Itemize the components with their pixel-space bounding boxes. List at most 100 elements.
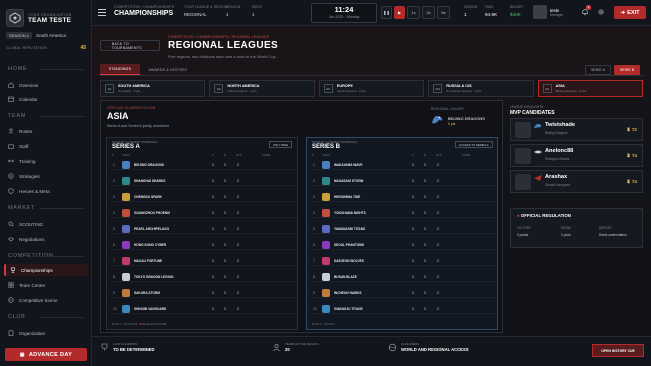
tab-serie-a[interactable]: SERIE A [585, 65, 611, 75]
menu-icon[interactable] [98, 9, 106, 16]
nav-overview[interactable]: Overview [4, 79, 88, 91]
table-row[interactable]: 8 TOKYO DRAGON LEGION 0 0 0 [110, 272, 296, 282]
gear-icon[interactable] [596, 7, 606, 17]
player-photo [515, 148, 531, 164]
table-row[interactable]: 3 HIROSHIMA TIDE 0 0 0 [310, 192, 496, 202]
team-crest-icon [122, 161, 130, 169]
mvp-candidate-card[interactable]: Twistshade Beijing Dragons ♜ 72 [510, 118, 643, 141]
table-row[interactable]: 9 SAKURA STORM 0 0 0 [110, 288, 296, 298]
mvp-candidate-card[interactable]: Anelonc88 Shanghai Sharks ♜ 74 [510, 144, 643, 167]
last-champion-cell: LAST CHAMPION TO BE DETERMINED [100, 342, 155, 352]
user-profile[interactable]: teste Manager [533, 5, 563, 19]
col-losses: D [224, 153, 227, 157]
nav-training[interactable]: Training [4, 155, 88, 167]
table-row[interactable]: 4 GUANGZHOU PHOENIX 0 0 0 [110, 208, 296, 218]
nav-calendar[interactable]: Calendar [4, 93, 88, 105]
league-card-europe[interactable]: EU EUROPE Nordic Ravens · 0 pts [318, 80, 425, 97]
section-divider [40, 256, 84, 257]
table-row[interactable]: 10 SHINOBI VANGUARD 0 0 0 [110, 304, 296, 314]
league-card-north-america[interactable]: NA NORTH AMERICA Liberty Esports · 0 pts [209, 80, 315, 97]
dumbbell-icon [8, 158, 14, 164]
candidate-score: ♜ 74 [626, 179, 637, 185]
advance-day-button[interactable]: ▣ ADVANCE DAY [5, 348, 87, 361]
clock-date: Jan 2025 · Monday [328, 15, 360, 19]
series-b-table: DIVISION / CURRENT STANDINGS SERIES B AC… [306, 137, 498, 330]
tab-serie-b[interactable]: SERIE B [614, 65, 640, 75]
col-points: PTS [236, 153, 242, 157]
table-row[interactable]: 6 HONG KONG CYBER 0 0 0 [110, 240, 296, 250]
nav-scouting[interactable]: SCOUTING [4, 218, 88, 230]
table-row[interactable]: 1 WAKAYAMA WAVE 0 0 0 [310, 160, 496, 170]
tab-awards-history[interactable]: AWARDS & HISTORY [142, 64, 194, 75]
team-points: 0 [437, 163, 439, 167]
table-row[interactable]: 1 BEIJING DRAGONS 0 0 0 [110, 160, 296, 170]
org-header[interactable]: YOUR ORGANIZATION TEAM TESTE [6, 6, 86, 30]
table-row[interactable]: 10 GWANGJU TITANS 0 0 0 [310, 304, 496, 314]
table-row[interactable]: 6 SEOUL PHANTOMS 0 0 0 [310, 240, 496, 250]
team-crest-icon [322, 177, 330, 185]
league-card-asia[interactable]: AS ASIA Beijing Dragons · 0 pts [537, 80, 644, 97]
table-row[interactable]: 2 NAGASAKI STORM 0 0 0 [310, 176, 496, 186]
nav-strategies[interactable]: Strategies [4, 170, 88, 182]
nav-heroes-meta[interactable]: Heroes & Meta [4, 185, 88, 197]
bottom-summary-bar: LAST CHAMPION TO BE DETERMINED TEAMS IN T… [92, 336, 651, 366]
qualifiers-cell: QUALIFIERS WORLD AND REGIONAL ACCESS [388, 342, 469, 352]
only-mine-button[interactable]: ONLY MINE [269, 141, 293, 148]
open-history-button[interactable]: OPEN HISTORY CUE [592, 344, 644, 357]
exit-button[interactable]: ➜ EXIT [614, 6, 646, 19]
team-name: SHINOBI VANGUARD [134, 307, 167, 311]
league-leader: No leader · 0 pts [118, 89, 141, 93]
back-to-tournaments-button[interactable]: ← BACK TO TOURNAMENTS [100, 40, 160, 51]
table-row[interactable]: 9 INCHEON HAWKS 0 0 0 [310, 288, 496, 298]
org-kicker: YOUR ORGANIZATION [28, 12, 72, 17]
score-value: 74 [631, 179, 637, 184]
table-row[interactable]: 7 DAEJEON WOLVES 0 0 0 [310, 256, 496, 266]
cell-label: LAST CHAMPION [113, 342, 138, 346]
leader-points: 0 pts [448, 122, 456, 126]
candidate-name: Arashax [545, 174, 568, 180]
nav-team-center[interactable]: Team Center [4, 279, 88, 291]
league-card-russia-cis[interactable]: CIS RUSSIA & CIS Permafrost Hunters · 0 p… [428, 80, 534, 97]
team-wins: 0 [212, 227, 214, 231]
league-card-south-america[interactable]: SA SOUTH AMERICA No leader · 0 pts [100, 80, 206, 97]
nav-organization[interactable]: Organization [4, 327, 88, 339]
team-wins: 0 [412, 307, 414, 311]
pause-button[interactable]: ❚❚ [381, 6, 392, 19]
access-series-a-button[interactable]: ACCESS TO SERIES A [455, 141, 493, 148]
play-button[interactable]: ▶ [394, 6, 405, 19]
tab-standings[interactable]: STANDINGS [100, 64, 140, 75]
nav-championships[interactable]: Championships [4, 264, 88, 276]
speed-5x-button[interactable]: 5x [437, 6, 450, 19]
mvp-candidates-panel: LEAGUE HIGHLIGHTS MVP CANDIDATES Twistsh… [510, 105, 643, 208]
team-losses: 0 [424, 275, 426, 279]
table-row[interactable]: 5 YAMANASHI TITANS 0 0 0 [310, 224, 496, 234]
series-title: SERIES B [312, 144, 341, 150]
table-row[interactable]: 7 MACAU FORTUNE 0 0 0 [110, 256, 296, 266]
target-icon [8, 173, 14, 179]
nav-label: Championships [21, 267, 53, 273]
nav-negotiations[interactable]: Negotiations [4, 233, 88, 245]
grid-icon [8, 282, 14, 288]
nav-staff[interactable]: Staff [4, 140, 88, 152]
speed-1x-button[interactable]: 1x [407, 6, 420, 19]
team-name: YOKOHAMA NIGHTS [334, 211, 366, 215]
team-crest-icon [322, 193, 330, 201]
team-points: 0 [237, 243, 239, 247]
speed-2x-button[interactable]: 2x [422, 6, 435, 19]
cell-value: WORLD AND REGIONAL ACCESS [401, 347, 469, 352]
nav-roster[interactable]: Roster [4, 125, 88, 137]
team-points: 0 [437, 243, 439, 247]
table-row[interactable]: 4 YOKOHAMA NIGHTS 0 0 0 [310, 208, 496, 218]
col-losses: D [424, 153, 427, 157]
nav-label: Staff [19, 143, 29, 149]
team-crest-icon [322, 241, 330, 249]
bell-icon[interactable]: 3 [580, 5, 591, 17]
table-row[interactable]: 2 SHANGHAI SHARKS 0 0 0 [110, 176, 296, 186]
table-row[interactable]: 5 PEARL ARCHIPELAGO 0 0 0 [110, 224, 296, 234]
nav-competitive-scene[interactable]: Competitive Scene [4, 294, 88, 306]
mvp-candidate-card[interactable]: Arashax Shinobi Vanguard ♜ 74 [510, 170, 643, 193]
info-value: REGIONAL [184, 12, 207, 17]
team-wins: 0 [412, 243, 414, 247]
table-row[interactable]: 3 CHENGDU SPARK 0 0 0 [110, 192, 296, 202]
table-row[interactable]: 8 BUSAN BLAZE 0 0 0 [310, 272, 496, 282]
